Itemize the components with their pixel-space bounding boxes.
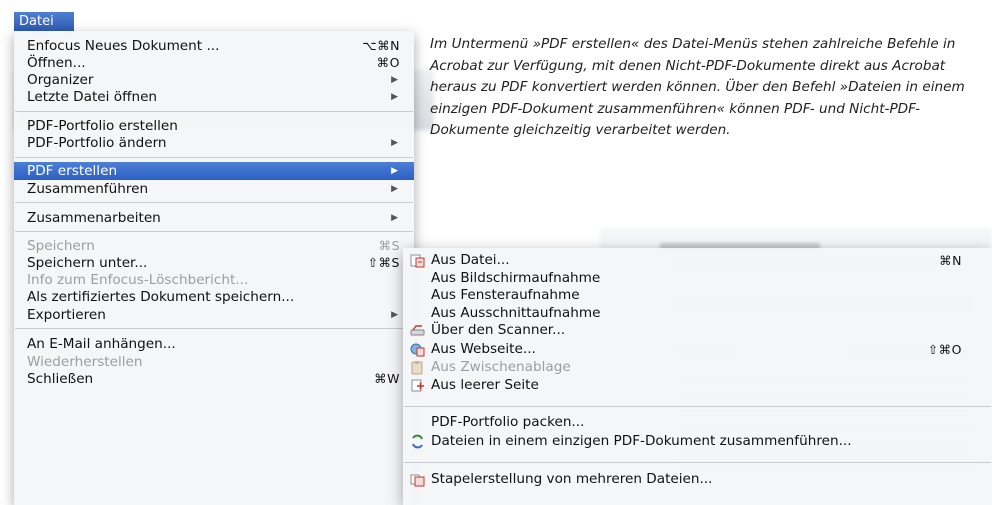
menu-item-organizer[interactable]: Organizer ▶ bbox=[14, 71, 414, 89]
menu-item-speichern[interactable]: Speichern ⌘S bbox=[14, 237, 414, 255]
submenu-item-label: Aus Fensteraufnahme bbox=[431, 287, 580, 303]
submenu-arrow-icon: ▶ bbox=[391, 166, 398, 176]
menu-item-label: An E-Mail anhängen... bbox=[27, 336, 176, 352]
submenu-item-pdf-portfolio-packen[interactable]: PDF-Portfolio packen... bbox=[403, 413, 992, 432]
menu-item-pdf-portfolio-aendern[interactable]: PDF-Portfolio ändern ▶ bbox=[14, 134, 414, 152]
menu-item-label: Öffnen... bbox=[27, 55, 86, 71]
submenu-item-label: Aus Zwischenablage bbox=[431, 359, 571, 375]
submenu-item-aus-zwischenablage[interactable]: Aus Zwischenablage bbox=[403, 358, 992, 377]
submenu-item-label: Aus Webseite... bbox=[431, 341, 536, 357]
submenu-arrow-icon: ▶ bbox=[391, 184, 398, 194]
menu-item-label: PDF-Portfolio erstellen bbox=[27, 118, 178, 134]
submenu-separator bbox=[404, 462, 991, 463]
menu-item-als-zertifiziertes-dokument-speichern[interactable]: Als zertifiziertes Dokument speichern... bbox=[14, 288, 414, 306]
menu-item-shortcut: ⇧⌘S bbox=[367, 255, 400, 270]
menu-item-pdf-portfolio-erstellen[interactable]: PDF-Portfolio erstellen bbox=[14, 117, 414, 135]
menu-separator bbox=[15, 328, 413, 329]
file-to-pdf-icon bbox=[410, 254, 425, 268]
caption-text: Im Untermenü »PDF erstellen« des Datei-M… bbox=[430, 36, 965, 138]
submenu-arrow-icon: ▶ bbox=[391, 92, 398, 102]
submenu-item-label: Stapelerstellung von mehreren Dateien... bbox=[431, 471, 713, 487]
menu-item-label: Info zum Enfocus-Löschbericht... bbox=[27, 272, 249, 288]
menu-separator bbox=[15, 202, 413, 203]
menu-item-info-enfocus-loeschbericht[interactable]: Info zum Enfocus-Löschbericht... bbox=[14, 271, 414, 289]
menu-item-speichern-unter[interactable]: Speichern unter... ⇧⌘S bbox=[14, 254, 414, 272]
submenu-item-label: Dateien in einem einzigen PDF-Dokument z… bbox=[431, 433, 852, 449]
menu-item-label: Zusammenarbeiten bbox=[27, 210, 161, 226]
menu-item-label: Wiederherstellen bbox=[27, 354, 143, 370]
menu-item-letzte-datei-oeffnen[interactable]: Letzte Datei öffnen ▶ bbox=[14, 88, 414, 106]
menu-item-enfocus-neues-dokument[interactable]: Enfocus Neues Dokument ... ⌥⌘N bbox=[14, 37, 414, 55]
menu-item-an-email-anhaengen[interactable]: An E-Mail anhängen... bbox=[14, 335, 414, 353]
menu-separator bbox=[15, 231, 413, 232]
menu-item-pdf-erstellen[interactable]: PDF erstellen ▶ bbox=[14, 162, 414, 180]
menu-item-shortcut: ⌘S bbox=[378, 238, 400, 253]
menu-item-label: Als zertifiziertes Dokument speichern... bbox=[27, 289, 295, 305]
submenu-item-aus-datei[interactable]: Aus Datei... ⌘N bbox=[403, 251, 992, 270]
menu-item-zusammenfuehren[interactable]: Zusammenführen ▶ bbox=[14, 180, 414, 198]
submenu-item-shortcut: ⌘N bbox=[939, 253, 962, 268]
menu-item-label: Letzte Datei öffnen bbox=[27, 89, 158, 105]
menu-item-shortcut: ⌘O bbox=[376, 55, 400, 70]
clipboard-icon bbox=[411, 361, 423, 375]
webpage-icon bbox=[410, 343, 425, 357]
submenu-item-stapelerstellung[interactable]: Stapelerstellung von mehreren Dateien... bbox=[403, 470, 992, 489]
submenu-arrow-icon: ▶ bbox=[391, 75, 398, 85]
submenu-item-dateien-zusammenfuehren[interactable]: Dateien in einem einzigen PDF-Dokument z… bbox=[403, 432, 992, 451]
submenu-arrow-icon: ▶ bbox=[391, 138, 398, 148]
menu-item-label: PDF erstellen bbox=[27, 163, 118, 179]
datei-menu: Enfocus Neues Dokument ... ⌥⌘N Öffnen...… bbox=[14, 31, 414, 505]
menu-item-exportieren[interactable]: Exportieren ▶ bbox=[14, 306, 414, 324]
submenu-item-ueber-den-scanner[interactable]: Über den Scanner... bbox=[403, 321, 992, 340]
menu-item-shortcut: ⌘W bbox=[374, 371, 400, 386]
menu-item-oeffnen[interactable]: Öffnen... ⌘O bbox=[14, 54, 414, 72]
menu-separator bbox=[15, 157, 413, 158]
submenu-item-label: PDF-Portfolio packen... bbox=[431, 414, 585, 430]
combine-files-icon bbox=[412, 434, 423, 449]
pdf-erstellen-submenu: Aus Datei... ⌘N Aus Bildschirmaufnahme A… bbox=[403, 248, 992, 505]
menu-item-label: Zusammenführen bbox=[27, 181, 149, 197]
submenu-arrow-icon: ▶ bbox=[391, 213, 398, 223]
submenu-item-label: Über den Scanner... bbox=[431, 322, 566, 338]
menu-item-wiederherstellen[interactable]: Wiederherstellen bbox=[14, 353, 414, 371]
menu-item-zusammenarbeiten[interactable]: Zusammenarbeiten ▶ bbox=[14, 209, 414, 227]
menu-item-label: Organizer bbox=[27, 72, 94, 88]
menu-item-label: Enfocus Neues Dokument ... bbox=[27, 38, 220, 54]
submenu-item-label: Aus leerer Seite bbox=[431, 377, 539, 393]
submenu-item-aus-webseite[interactable]: Aus Webseite... ⇧⌘O bbox=[403, 340, 992, 359]
menu-item-label: Exportieren bbox=[27, 307, 106, 323]
submenu-item-aus-fensteraufnahme[interactable]: Aus Fensteraufnahme bbox=[403, 286, 992, 305]
submenu-item-shortcut: ⇧⌘O bbox=[927, 342, 962, 357]
menu-item-label: Schließen bbox=[27, 371, 94, 387]
blank-page-icon bbox=[411, 379, 424, 392]
batch-create-icon bbox=[410, 474, 425, 487]
menu-item-label: PDF-Portfolio ändern bbox=[27, 135, 167, 151]
menu-item-label: Speichern bbox=[27, 238, 95, 254]
submenu-separator bbox=[404, 406, 991, 407]
scanner-icon bbox=[410, 325, 425, 336]
menu-item-schliessen[interactable]: Schließen ⌘W bbox=[14, 370, 414, 388]
menu-separator bbox=[15, 111, 413, 112]
submenu-item-aus-leerer-seite[interactable]: Aus leerer Seite bbox=[403, 376, 992, 395]
menu-item-shortcut: ⌥⌘N bbox=[362, 38, 400, 53]
submenu-item-label: Aus Datei... bbox=[431, 252, 510, 268]
menu-item-label: Speichern unter... bbox=[27, 255, 148, 271]
submenu-arrow-icon: ▶ bbox=[391, 310, 398, 320]
menubar-datei[interactable]: Datei bbox=[14, 12, 74, 31]
